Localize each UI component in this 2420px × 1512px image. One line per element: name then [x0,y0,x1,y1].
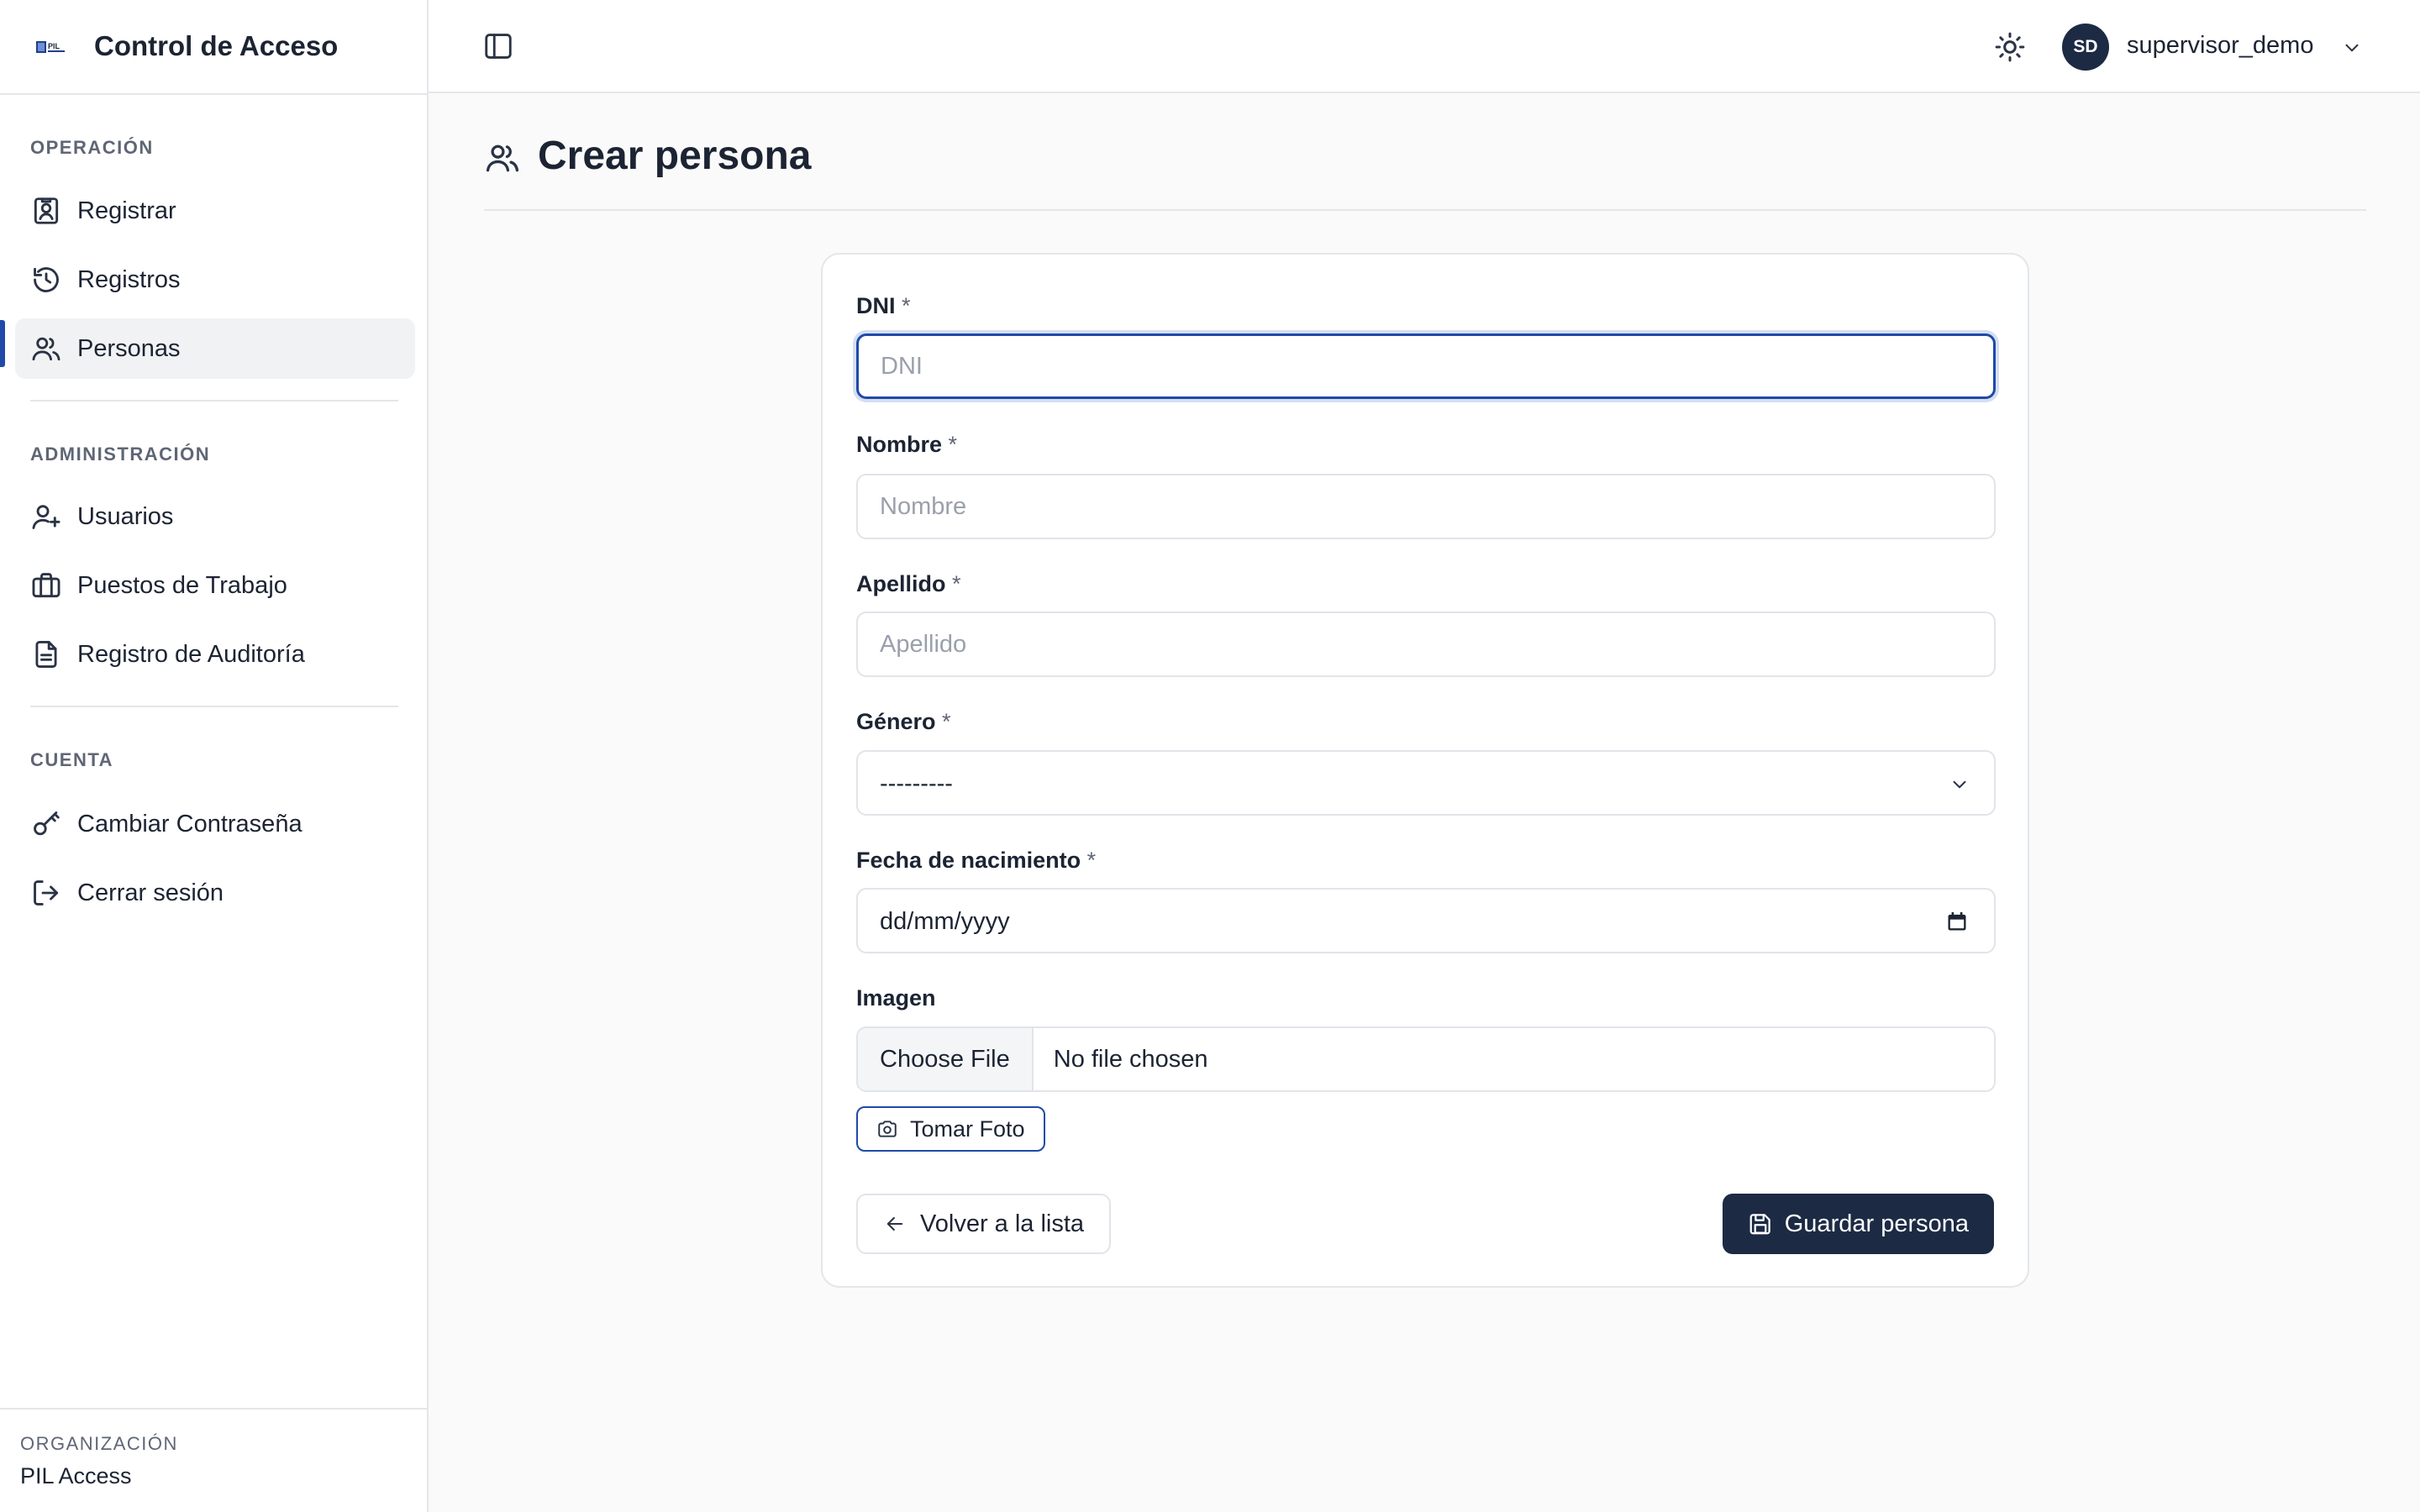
org-name: PIL Access [20,1463,132,1488]
sidebar-item-label: Personas [77,334,181,362]
id-card-icon [34,197,59,224]
sidebar-item-label: Registrar [77,197,176,224]
avatar[interactable]: SD [2062,24,2109,71]
fecha-value: dd/mm/yyyy [880,908,1010,935]
chevron-down-icon [1953,780,1966,789]
camera-icon [878,1121,897,1137]
save-icon [1749,1214,1770,1235]
take-photo-label: Tomar Foto [910,1116,1025,1142]
file-status: No file chosen [1053,1045,1208,1073]
back-to-list-button[interactable]: Volver a la lista [856,1194,1112,1254]
sidebar-item-label: Registros [77,265,181,293]
sidebar-item-label: Puestos de Trabajo [77,571,287,599]
sidebar-divider [30,400,398,402]
logout-icon [34,880,59,906]
choose-file-button[interactable]: Choose File [858,1028,1034,1090]
arrow-left-icon [886,1216,903,1231]
sidebar-item-cerrar-sesion[interactable]: Cerrar sesión [15,863,415,923]
save-person-button[interactable]: Guardar persona [1722,1194,1994,1254]
logo-icon: PIL [36,41,65,53]
sun-icon[interactable] [1993,30,2027,64]
genero-label: Género * [856,709,951,734]
imagen-label: Imagen [856,985,936,1011]
users-icon [486,144,519,172]
sidebar-item-registros[interactable]: Registros [15,249,415,310]
apellido-input[interactable] [856,612,1996,677]
genero-selected-value: --------- [880,770,953,797]
dni-input[interactable] [856,333,1996,399]
imagen-file-input[interactable]: Choose File No file chosen [856,1026,1996,1092]
nombre-input[interactable] [856,474,1996,539]
history-icon [34,267,59,292]
sidebar-item-label: Registro de Auditoría [77,640,305,668]
take-photo-button[interactable]: Tomar Foto [856,1106,1045,1152]
page-title: Crear persona [538,134,812,178]
calendar-icon[interactable] [1945,910,1969,933]
org-label: ORGANIZACIÓN [20,1433,178,1454]
username[interactable]: supervisor_demo [2127,32,2313,60]
section-label-cuenta: CUENTA [30,749,114,770]
users-icon [32,337,60,361]
sidebar-item-label: Cambiar Contraseña [77,810,302,837]
sidebar-item-registrar[interactable]: Registrar [15,181,415,241]
genero-select[interactable]: --------- [856,750,1996,816]
back-to-list-label: Volver a la lista [920,1210,1085,1237]
nombre-label: Nombre * [856,432,958,457]
fecha-nacimiento-input[interactable]: dd/mm/yyyy [856,888,1996,953]
sidebar-brand: PIL Control de Acceso [0,0,427,95]
sidebar: PIL Control de Acceso OPERACIÓN Registra… [0,0,429,1512]
sidebar-item-cambiar-contrasena[interactable]: Cambiar Contraseña [15,794,415,854]
app-title: Control de Acceso [94,30,339,61]
section-label-operacion: OPERACIÓN [30,137,154,158]
page-divider [484,209,2366,211]
briefcase-icon [32,573,60,598]
chevron-down-icon[interactable] [2341,37,2363,59]
sidebar-item-label: Usuarios [77,502,174,530]
sidebar-toggle-icon[interactable] [482,30,514,62]
active-indicator [0,320,5,367]
sidebar-item-label: Cerrar sesión [77,879,224,906]
save-person-label: Guardar persona [1784,1210,1969,1237]
fecha-label: Fecha de nacimiento * [856,848,1097,873]
logo-text: PIL [48,42,60,50]
sidebar-item-puestos[interactable]: Puestos de Trabajo [15,555,415,616]
organization-footer: ORGANIZACIÓN PIL Access [0,1408,427,1512]
sidebar-divider [30,706,398,707]
sidebar-item-auditoria[interactable]: Registro de Auditoría [15,624,415,685]
topbar: SD supervisor_demo [429,0,2420,93]
key-icon [34,811,60,836]
dni-label: DNI * [856,293,911,318]
create-person-form: DNI * Nombre * Apellido * Género * -----… [821,253,2029,1288]
section-label-administracion: ADMINISTRACIÓN [30,444,211,465]
user-plus-icon [32,505,60,529]
sidebar-item-personas[interactable]: Personas [15,318,415,379]
document-icon [35,641,57,668]
apellido-label: Apellido * [856,571,961,596]
sidebar-item-usuarios[interactable]: Usuarios [15,486,415,547]
